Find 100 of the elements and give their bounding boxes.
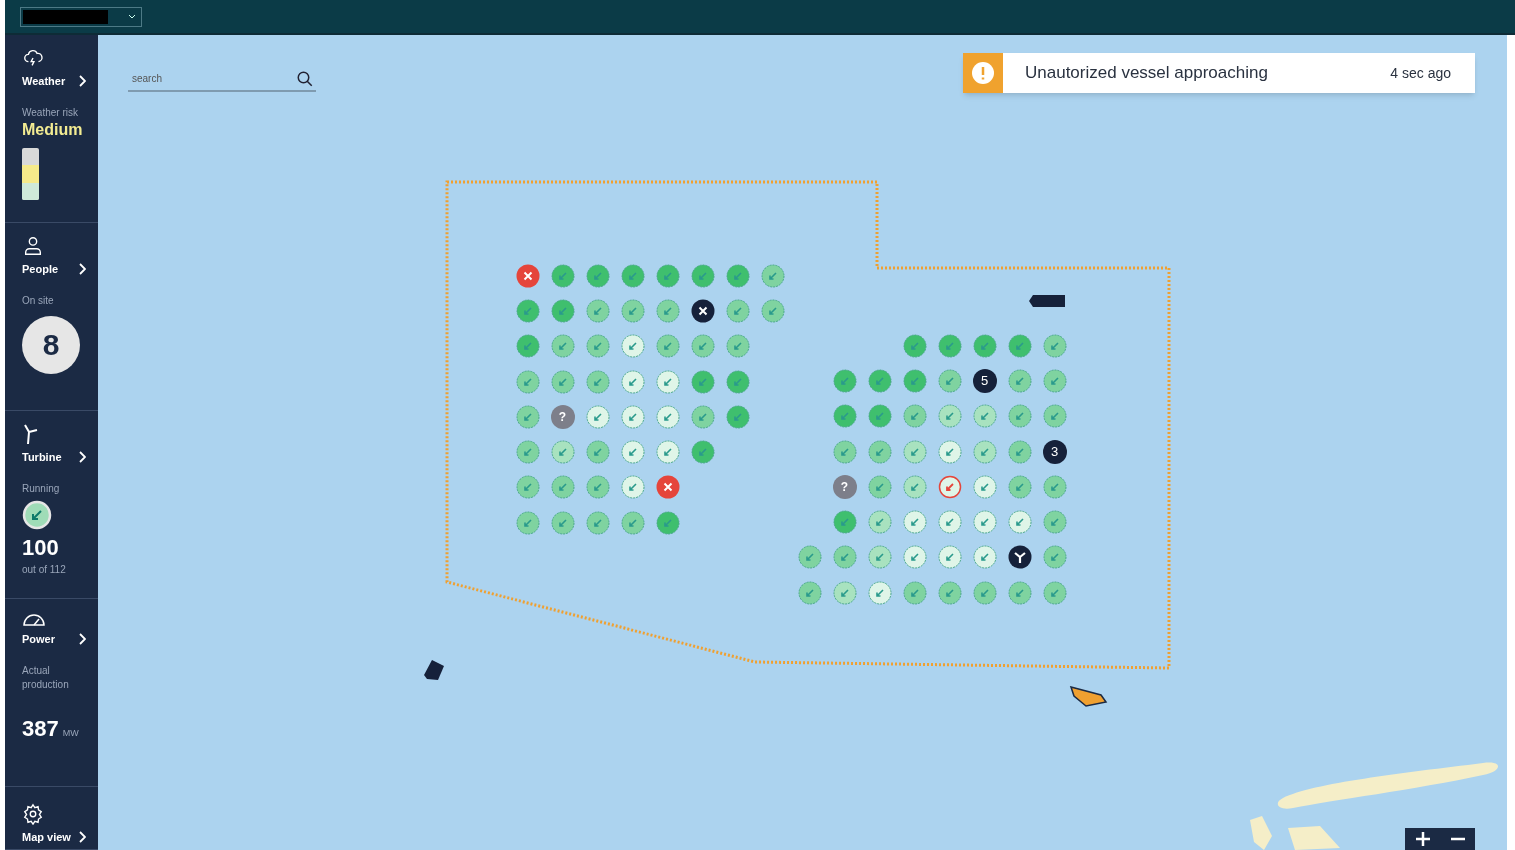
turbine-marker[interactable] (1007, 510, 1032, 535)
turbine-marker[interactable] (690, 263, 715, 288)
turbine-marker[interactable] (902, 368, 927, 393)
turbine-marker[interactable] (515, 475, 540, 500)
unknown-marker[interactable]: ? (550, 404, 575, 429)
turbine-marker[interactable] (832, 510, 857, 535)
turbine-marker[interactable] (1042, 545, 1067, 570)
section-link[interactable]: Power (22, 631, 86, 648)
turbine-marker[interactable] (655, 440, 680, 465)
turbine-marker[interactable] (1042, 580, 1067, 605)
fault-marker[interactable] (515, 263, 540, 288)
turbine-marker[interactable] (655, 510, 680, 535)
turbine-marker[interactable] (832, 580, 857, 605)
turbine-marker[interactable] (867, 404, 892, 429)
turbine-marker[interactable] (550, 369, 575, 394)
turbine-marker[interactable] (655, 263, 680, 288)
turbine-marker[interactable] (902, 439, 927, 464)
maintenance-marker[interactable] (1007, 545, 1032, 570)
turbine-marker[interactable] (832, 545, 857, 570)
turbine-marker[interactable] (867, 545, 892, 570)
turbine-marker[interactable] (585, 440, 610, 465)
turbine-marker[interactable] (867, 474, 892, 499)
turbine-marker[interactable] (1007, 333, 1032, 358)
turbine-marker[interactable] (902, 510, 927, 535)
group-count-marker[interactable]: 5 (972, 368, 997, 393)
turbine-marker[interactable] (585, 475, 610, 500)
fault-marker[interactable] (655, 475, 680, 500)
turbine-marker[interactable] (725, 334, 750, 359)
turbine-marker[interactable] (515, 404, 540, 429)
turbine-marker[interactable] (550, 440, 575, 465)
turbine-marker[interactable] (1007, 474, 1032, 499)
turbine-marker[interactable] (515, 334, 540, 359)
turbine-marker[interactable] (585, 510, 610, 535)
turbine-marker[interactable] (690, 334, 715, 359)
turbine-marker[interactable] (550, 298, 575, 323)
turbine-marker[interactable] (972, 333, 997, 358)
turbine-marker[interactable] (1042, 368, 1067, 393)
turbine-marker[interactable] (1042, 510, 1067, 535)
turbine-marker[interactable] (620, 510, 645, 535)
turbine-marker[interactable] (585, 369, 610, 394)
turbine-marker[interactable] (515, 510, 540, 535)
turbine-marker[interactable] (937, 439, 962, 464)
turbine-marker[interactable] (867, 510, 892, 535)
turbine-marker[interactable] (550, 334, 575, 359)
turbine-marker[interactable] (867, 439, 892, 464)
turbine-marker[interactable] (620, 334, 645, 359)
turbine-marker[interactable] (902, 474, 927, 499)
turbine-marker[interactable] (1042, 404, 1067, 429)
turbine-marker[interactable] (937, 368, 962, 393)
stopped-marker[interactable] (690, 298, 715, 323)
turbine-marker[interactable] (760, 263, 785, 288)
turbine-marker[interactable] (760, 298, 785, 323)
turbine-marker[interactable] (620, 404, 645, 429)
turbine-marker[interactable] (902, 545, 927, 570)
turbine-marker[interactable] (655, 334, 680, 359)
turbine-marker[interactable] (655, 298, 680, 323)
turbine-marker[interactable] (620, 369, 645, 394)
turbine-marker[interactable] (620, 475, 645, 500)
turbine-marker[interactable] (797, 545, 822, 570)
turbine-marker[interactable] (1007, 439, 1032, 464)
turbine-marker[interactable] (937, 545, 962, 570)
turbine-marker[interactable] (937, 333, 962, 358)
turbine-marker[interactable] (655, 404, 680, 429)
turbine-marker[interactable] (797, 580, 822, 605)
turbine-marker[interactable] (725, 404, 750, 429)
turbine-marker[interactable] (690, 440, 715, 465)
turbine-marker[interactable] (902, 404, 927, 429)
turbine-marker[interactable] (725, 369, 750, 394)
turbine-marker[interactable] (937, 404, 962, 429)
turbine-marker[interactable] (550, 263, 575, 288)
section-link[interactable]: Map view (22, 829, 86, 846)
turbine-marker[interactable] (972, 580, 997, 605)
turbine-marker[interactable] (832, 368, 857, 393)
turbine-marker[interactable] (1007, 580, 1032, 605)
turbine-marker[interactable] (725, 263, 750, 288)
alert-turbine-marker[interactable] (937, 474, 962, 499)
turbine-marker[interactable] (585, 298, 610, 323)
turbine-marker[interactable] (1007, 368, 1032, 393)
turbine-marker[interactable] (620, 440, 645, 465)
turbine-marker[interactable] (515, 298, 540, 323)
turbine-marker[interactable] (550, 510, 575, 535)
selector-dropdown[interactable] (20, 6, 142, 27)
turbine-marker[interactable] (972, 474, 997, 499)
turbine-marker[interactable] (937, 510, 962, 535)
turbine-marker[interactable] (972, 545, 997, 570)
group-count-marker[interactable]: 3 (1042, 439, 1067, 464)
turbine-marker[interactable] (902, 333, 927, 358)
turbine-marker[interactable] (832, 439, 857, 464)
turbine-marker[interactable] (585, 334, 610, 359)
turbine-marker[interactable] (1007, 404, 1032, 429)
alert-banner[interactable]: Unautorized vessel approaching 4 sec ago (963, 53, 1475, 93)
section-link[interactable]: Turbine (22, 449, 86, 466)
turbine-marker[interactable] (585, 263, 610, 288)
turbine-marker[interactable] (620, 263, 645, 288)
section-link[interactable]: Weather (22, 73, 86, 90)
turbine-marker[interactable] (1042, 474, 1067, 499)
turbine-marker[interactable] (515, 369, 540, 394)
turbine-marker[interactable] (902, 580, 927, 605)
turbine-marker[interactable] (585, 404, 610, 429)
turbine-marker[interactable] (972, 439, 997, 464)
